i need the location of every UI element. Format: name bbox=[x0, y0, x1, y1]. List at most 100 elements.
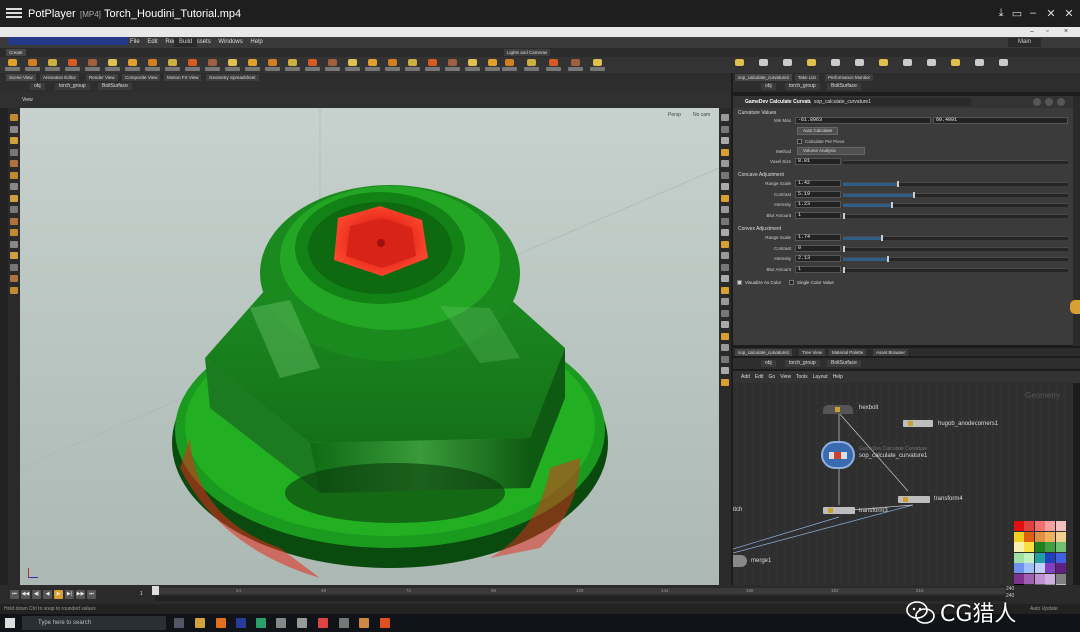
shelf-tool-icon[interactable] bbox=[388, 59, 397, 66]
timeline-track[interactable]: 24 48 72 96 120 144 168 192 216 bbox=[155, 588, 1005, 594]
tab-tree-view[interactable]: Tree View bbox=[799, 349, 826, 356]
auto-update-toggle[interactable]: Auto Update bbox=[1030, 604, 1058, 614]
houdini-taskbar-icon[interactable] bbox=[380, 618, 390, 628]
palette-swatch[interactable] bbox=[1034, 542, 1045, 552]
minimize-icon[interactable]: – bbox=[1026, 7, 1040, 19]
shelf-tool-icon[interactable] bbox=[593, 59, 602, 66]
light-tool-icon[interactable] bbox=[951, 59, 960, 66]
concave-blur-field[interactable]: 1 bbox=[795, 211, 841, 219]
node-name-field[interactable]: sop_calculate_curvature1 bbox=[811, 98, 971, 106]
shelf-tool-icon[interactable] bbox=[549, 59, 558, 66]
shelf-tool-icon[interactable] bbox=[268, 59, 277, 66]
playback-button-icon[interactable]: ◀ bbox=[43, 590, 52, 599]
viewport-tool-icon[interactable] bbox=[721, 217, 729, 225]
palette-swatch[interactable] bbox=[1034, 531, 1045, 542]
palette-swatch[interactable] bbox=[1013, 542, 1024, 552]
viewport-tool-icon[interactable] bbox=[10, 160, 18, 167]
maximize-icon[interactable]: ✕ bbox=[1044, 7, 1058, 20]
shelf-tool-icon[interactable] bbox=[527, 59, 536, 66]
palette-swatch[interactable] bbox=[1024, 573, 1034, 584]
voxel-size-field[interactable]: 0.01 bbox=[795, 158, 841, 165]
node-hexbolt[interactable] bbox=[823, 405, 853, 414]
network-menu-tools[interactable]: Tools bbox=[796, 374, 808, 380]
convex-intensity-field[interactable]: 2.13 bbox=[795, 255, 841, 262]
timeline-playhead[interactable] bbox=[152, 586, 159, 595]
info-icon[interactable] bbox=[1057, 98, 1065, 106]
viewport-tool-icon[interactable] bbox=[10, 286, 18, 294]
network-menu-add[interactable]: Add bbox=[741, 374, 750, 380]
timeline-range[interactable] bbox=[155, 596, 1005, 601]
shelf-tool-icon[interactable] bbox=[288, 59, 297, 66]
viewport-tool-icon[interactable] bbox=[721, 194, 729, 202]
mini-mode-icon[interactable]: ▭ bbox=[1010, 7, 1024, 20]
node-transform3[interactable] bbox=[823, 507, 855, 514]
viewport-tool-icon[interactable] bbox=[721, 355, 729, 363]
light-tool-icon[interactable] bbox=[807, 59, 816, 66]
light-tool-icon[interactable] bbox=[783, 59, 792, 66]
palette-swatch[interactable] bbox=[1055, 531, 1066, 542]
light-tool-icon[interactable] bbox=[735, 59, 744, 66]
shelf-tool-icon[interactable] bbox=[128, 59, 137, 66]
calculate-per-piece-checkbox[interactable] bbox=[797, 139, 802, 144]
path-obj[interactable]: obj bbox=[30, 83, 45, 90]
node-merge1[interactable] bbox=[733, 555, 747, 567]
viewport-tool-icon[interactable] bbox=[10, 229, 18, 236]
viewport-tool-icon[interactable] bbox=[721, 137, 729, 144]
concave-range-scale-slider[interactable] bbox=[843, 181, 1068, 187]
node-transform4[interactable] bbox=[898, 496, 930, 503]
shelf-tool-icon[interactable] bbox=[108, 59, 117, 66]
param-path-node[interactable]: BoltSurface bbox=[827, 83, 861, 90]
palette-swatch[interactable] bbox=[1055, 573, 1066, 584]
menu-help[interactable]: Help bbox=[250, 37, 262, 48]
viewport-tool-icon[interactable] bbox=[10, 217, 18, 225]
convex-contrast-field[interactable]: 0 bbox=[795, 244, 841, 252]
playback-button-icon[interactable]: ⏭ bbox=[87, 590, 96, 599]
shelf-tool-icon[interactable] bbox=[448, 59, 457, 66]
camera-menu[interactable]: No cam bbox=[693, 112, 710, 118]
shelf-tool-icon[interactable] bbox=[8, 59, 17, 66]
viewport-tool-icon[interactable] bbox=[721, 183, 729, 190]
shelf-tool-icon[interactable] bbox=[148, 59, 157, 66]
app-icon-2[interactable] bbox=[297, 618, 307, 628]
close-icon[interactable]: ✕ bbox=[1062, 7, 1076, 20]
shelf-tool-icon[interactable] bbox=[571, 59, 580, 66]
shelf-tool-icon[interactable] bbox=[248, 59, 257, 66]
convex-contrast-slider[interactable] bbox=[843, 245, 1068, 252]
palette-swatch[interactable] bbox=[1045, 573, 1055, 584]
min-value-field[interactable]: -61.8963 bbox=[795, 117, 931, 124]
timeline-start[interactable]: 1 bbox=[140, 591, 143, 597]
palette-swatch[interactable] bbox=[1055, 563, 1066, 573]
app-icon-4[interactable] bbox=[359, 618, 369, 628]
shelf-tool-icon[interactable] bbox=[168, 59, 177, 66]
shelf-tool-icon[interactable] bbox=[505, 59, 514, 66]
palette-swatch[interactable] bbox=[1024, 542, 1034, 552]
viewport-tool-icon[interactable] bbox=[10, 194, 18, 202]
palette-swatch[interactable] bbox=[1045, 552, 1055, 563]
menu-edit[interactable]: Edit bbox=[147, 37, 157, 48]
visualize-as-color-checkbox[interactable] bbox=[737, 280, 742, 285]
tab-scene-view[interactable]: Scene View bbox=[6, 74, 36, 81]
tab-network-node[interactable]: sop_calculate_curvature1 bbox=[735, 349, 793, 356]
shelf-tool-icon[interactable] bbox=[48, 59, 57, 66]
palette-swatch[interactable] bbox=[1013, 531, 1024, 542]
taskbar-search[interactable]: Type here to search bbox=[22, 616, 166, 630]
convex-range-scale-slider[interactable] bbox=[843, 235, 1068, 241]
path-node[interactable]: BoltSurface bbox=[98, 83, 132, 90]
viewport-tool-icon[interactable] bbox=[10, 252, 18, 259]
palette-swatch[interactable] bbox=[1024, 563, 1034, 573]
palette-swatch[interactable] bbox=[1024, 531, 1034, 542]
viewport-tool-icon[interactable] bbox=[721, 378, 729, 386]
param-path-geo[interactable]: torch_group bbox=[785, 83, 820, 90]
palette-swatch[interactable] bbox=[1024, 521, 1034, 531]
playback-button-icon[interactable]: ▶| bbox=[65, 590, 74, 599]
tab-geometry-spreadsheet[interactable]: Geometry Spreadsheet bbox=[206, 74, 259, 81]
palette-swatch[interactable] bbox=[1024, 552, 1034, 563]
viewport-tool-icon[interactable] bbox=[10, 240, 18, 248]
viewport-tool-icon[interactable] bbox=[721, 125, 729, 133]
voxel-size-slider[interactable] bbox=[843, 160, 1068, 164]
viewport-tool-icon[interactable] bbox=[721, 229, 729, 236]
concave-contrast-slider[interactable] bbox=[843, 191, 1068, 198]
playback-button-icon[interactable]: ▶ bbox=[54, 590, 63, 599]
convex-blur-slider[interactable] bbox=[843, 266, 1068, 273]
palette-swatch[interactable] bbox=[1045, 563, 1055, 573]
